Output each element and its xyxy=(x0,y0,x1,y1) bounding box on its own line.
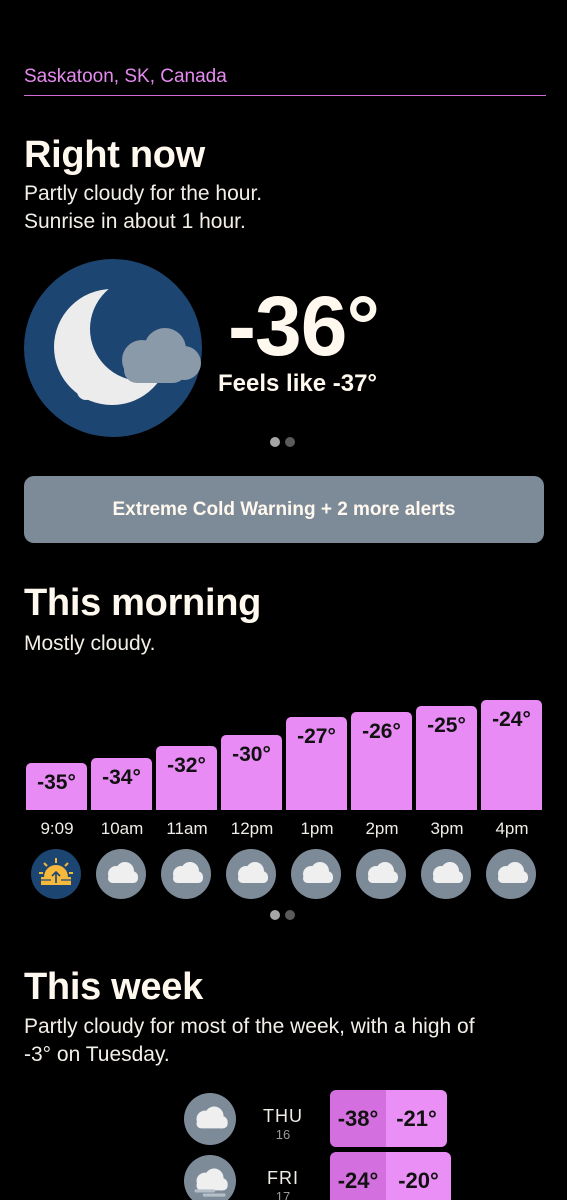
hour-time-label: 12pm xyxy=(230,819,274,838)
hour-bar[interactable]: -32° xyxy=(156,746,217,810)
now-page-indicator[interactable] xyxy=(270,437,296,447)
day-low-temp[interactable]: -38° xyxy=(330,1090,386,1147)
day-high-temp[interactable]: -21° xyxy=(386,1090,447,1147)
hour-bar[interactable]: -26° xyxy=(351,711,412,810)
hour-bar[interactable]: -24° xyxy=(481,700,542,810)
day-name: THU xyxy=(263,1106,303,1126)
cloud-icon xyxy=(486,849,536,899)
page-dot[interactable] xyxy=(285,910,295,920)
hour-bar[interactable]: -34° xyxy=(91,757,152,810)
now-title: Right now xyxy=(24,134,205,176)
cloud-icon xyxy=(421,849,471,899)
page-dot[interactable] xyxy=(270,910,280,920)
location-header[interactable]: Saskatoon, SK, Canada xyxy=(24,64,546,96)
morning-summary: Mostly cloudy. xyxy=(24,632,156,655)
current-temperature: -36° xyxy=(228,279,380,373)
hour-temp-label: -25° xyxy=(427,713,466,737)
now-summary-1: Partly cloudy for the hour. xyxy=(24,182,263,205)
night-partly-cloudy-icon xyxy=(24,259,202,437)
cloud-icon xyxy=(96,849,146,899)
cloud-icon xyxy=(356,849,406,899)
day-name: FRI xyxy=(267,1168,299,1188)
day-high-temp[interactable]: -20° xyxy=(386,1152,451,1200)
cloud-icon xyxy=(161,849,211,899)
hour-temp-label: -27° xyxy=(297,725,336,749)
hour-time-label: 9:09 xyxy=(40,819,74,838)
cloud-icon xyxy=(226,849,276,899)
week-summary-1: Partly cloudy for most of the week, with… xyxy=(24,1015,475,1038)
hour-temp-label: -26° xyxy=(362,719,401,743)
cloud-icon xyxy=(291,849,341,899)
alerts-button-label: Extreme Cold Warning + 2 more alerts xyxy=(112,498,456,520)
day-date: 16 xyxy=(275,1127,291,1142)
fog-cloud-icon xyxy=(184,1155,236,1200)
now-summary-2: Sunrise in about 1 hour. xyxy=(24,210,246,233)
hour-time-label: 2pm xyxy=(365,819,399,838)
hour-temp-label: -24° xyxy=(492,708,531,731)
hourly-page-indicator[interactable] xyxy=(270,910,296,920)
morning-title: This morning xyxy=(24,582,262,624)
page-dot[interactable] xyxy=(270,437,280,447)
week-title: This week xyxy=(24,966,203,1008)
hour-time-label: 3pm xyxy=(430,819,464,838)
day-date: 17 xyxy=(275,1189,291,1200)
cloud-icon xyxy=(184,1093,236,1145)
feels-like: Feels like -37° xyxy=(218,370,378,397)
page-dot[interactable] xyxy=(285,437,295,447)
hour-temp-label: -32° xyxy=(167,754,206,777)
hour-time-label: 4pm xyxy=(495,819,529,838)
hour-temp-label: -34° xyxy=(102,765,141,789)
hour-bar[interactable]: -35° xyxy=(26,763,87,810)
hour-time-label: 1pm xyxy=(300,819,334,838)
hour-bar[interactable]: -27° xyxy=(286,717,347,810)
alerts-button[interactable]: Extreme Cold Warning + 2 more alerts xyxy=(24,476,544,543)
hour-time-label: 11am xyxy=(166,819,208,838)
hour-bar[interactable]: -30° xyxy=(221,734,282,810)
day-low-temp[interactable]: -24° xyxy=(330,1152,386,1200)
hour-temp-label: -35° xyxy=(37,771,76,795)
hour-time-label: 10am xyxy=(100,819,144,838)
hour-bar[interactable]: -25° xyxy=(416,705,477,810)
hour-temp-label: -30° xyxy=(232,742,271,766)
week-summary-2: -3° on Tuesday. xyxy=(24,1043,170,1066)
sunrise-icon xyxy=(31,849,81,899)
